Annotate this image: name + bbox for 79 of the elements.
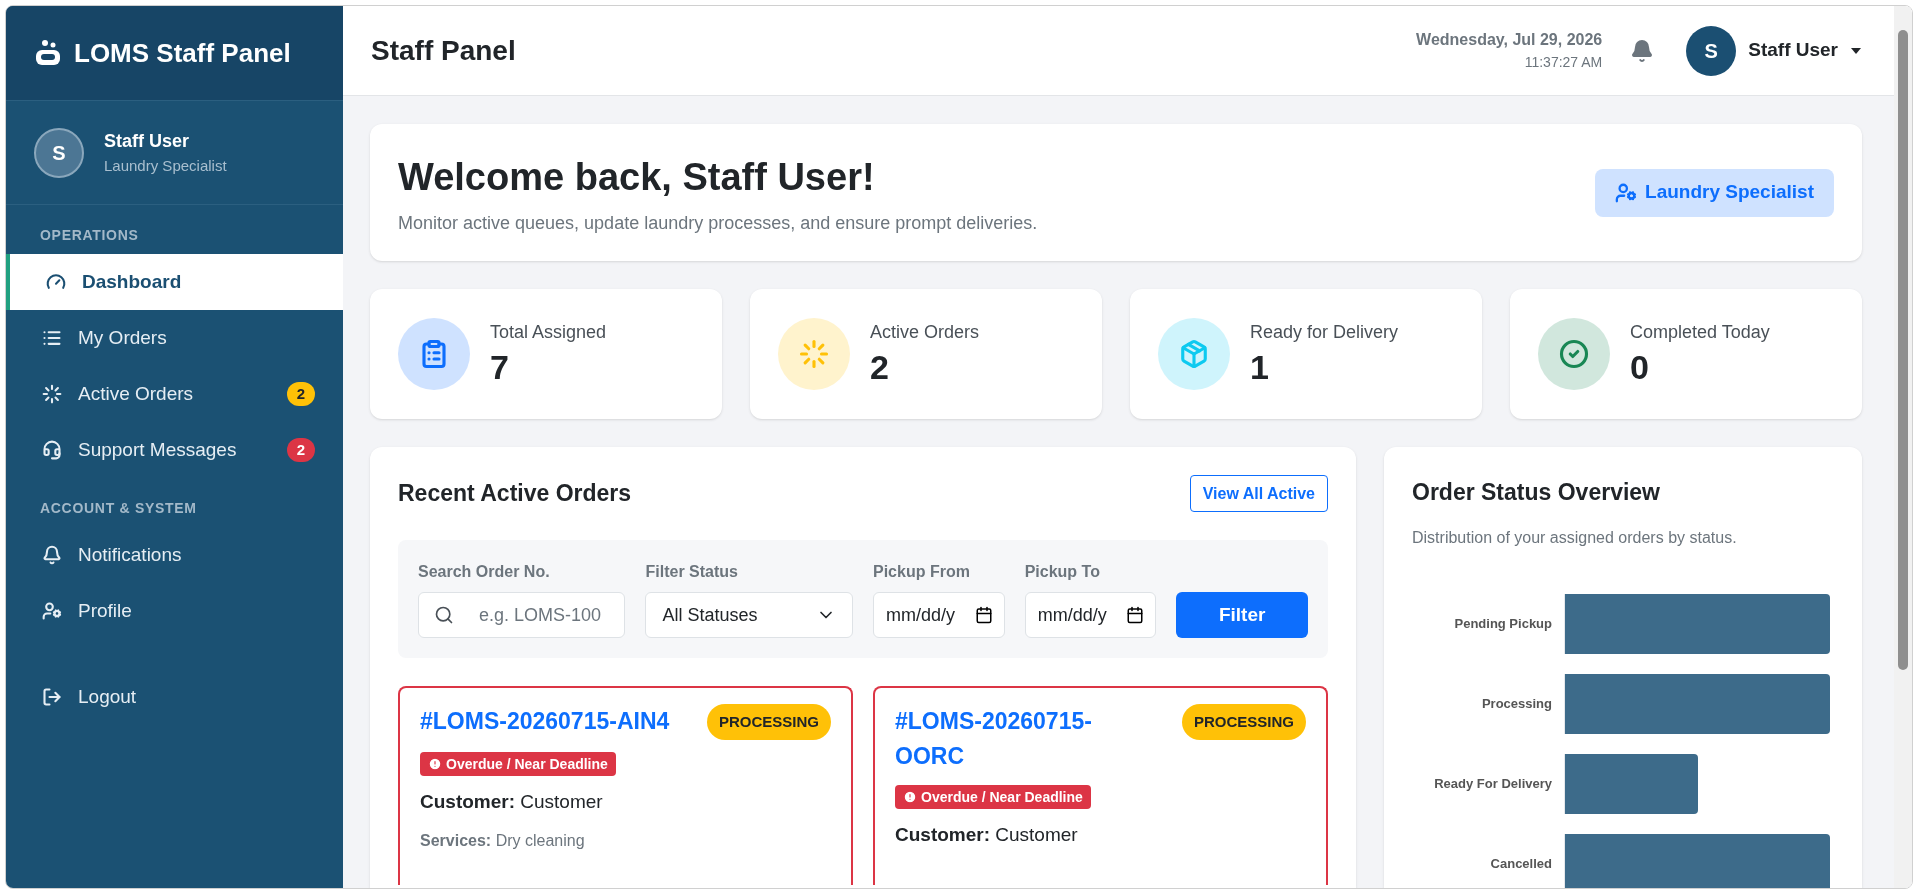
bar-label: Cancelled: [1489, 854, 1552, 873]
filter-button[interactable]: Filter: [1176, 592, 1308, 638]
bar-label: Pending Pickup: [1453, 614, 1552, 633]
spinner-icon: [799, 339, 829, 369]
stat-value: 7: [490, 347, 510, 389]
bell-icon: [42, 545, 62, 565]
bar-label: Ready For Delivery: [1433, 774, 1552, 793]
bar-label: Processing: [1480, 694, 1552, 713]
user-gear-icon: [42, 601, 62, 621]
logout-link[interactable]: Logout: [6, 669, 343, 725]
stat-value: 2: [870, 347, 890, 389]
headset-icon: [42, 440, 62, 460]
stat-label: Total Assigned: [490, 321, 607, 345]
notification-bell-icon[interactable]: [1630, 38, 1655, 63]
welcome-title: Welcome back, Staff User!: [398, 154, 876, 200]
current-date: Wednesday, Jul 29, 2026: [1416, 30, 1603, 50]
nav-item[interactable]: My Orders: [6, 310, 343, 366]
alert-icon: [903, 790, 917, 804]
brand-name: LOMS Staff Panel: [74, 36, 291, 70]
panel-title: Recent Active Orders: [398, 479, 632, 509]
status-select[interactable]: All Statuses: [645, 592, 853, 638]
status-badge: PROCESSING: [1181, 704, 1306, 740]
stat-label: Ready for Delivery: [1250, 321, 1399, 345]
nav-item[interactable]: Dashboard: [6, 254, 343, 310]
spinner-icon: [42, 384, 62, 404]
field-label: Search Order No.: [418, 562, 551, 582]
calendar-icon: [974, 606, 993, 624]
nav-item[interactable]: Notifications: [6, 527, 343, 583]
clipboard-icon: [419, 339, 449, 369]
nav-item[interactable]: Support Messages 2: [6, 422, 343, 478]
order-number[interactable]: #LOMS-20260715-OORC: [895, 704, 1145, 773]
count-badge: 2: [287, 438, 315, 462]
user-name: Staff User: [1748, 38, 1838, 63]
order-card[interactable]: #LOMS-20260715-AIN4 PROCESSING Overdue / Near Deadline Customer: Customer Services: Dry cleaning: [398, 686, 853, 885]
order-number[interactable]: #LOMS-20260715-AIN4: [420, 704, 670, 739]
user-menu[interactable]: S Staff User: [1686, 25, 1862, 76]
field-label: Pickup To: [1024, 562, 1101, 582]
stat-value: 1: [1250, 347, 1270, 389]
deadline-badge: Overdue / Near Deadline: [420, 752, 616, 776]
current-time: 11:37:27 AM: [1524, 53, 1603, 72]
list-icon: [42, 328, 62, 348]
user-name: Staff User: [104, 129, 191, 153]
stat-label: Active Orders: [870, 321, 980, 345]
services-line: Services: Dry cleaning: [420, 830, 586, 851]
alert-icon: [428, 757, 442, 771]
deadline-badge: Overdue / Near Deadline: [895, 785, 1091, 809]
soap-bubbles-icon: [34, 39, 62, 67]
nav-item[interactable]: Active Orders 2: [6, 366, 343, 422]
date-field[interactable]: mm/dd/y: [1024, 592, 1157, 638]
box-icon: [1179, 339, 1209, 369]
panel-title: Order Status Overview: [1412, 478, 1661, 507]
check-circle-icon: [1559, 339, 1589, 369]
customer-line: Customer: Customer: [895, 823, 1079, 847]
customer-line: Customer: Customer: [420, 790, 604, 814]
nav-item[interactable]: Profile: [6, 583, 343, 639]
user-avatar: S: [1686, 25, 1737, 76]
page-title: Staff Panel: [371, 33, 517, 68]
gauge-icon: [46, 272, 66, 292]
search-icon: [434, 605, 454, 625]
stat-label: Completed Today: [1630, 321, 1770, 345]
order-card[interactable]: #LOMS-20260715-OORC PROCESSING Overdue / Near Deadline Customer: Customer: [873, 686, 1328, 885]
user-avatar: S: [34, 127, 84, 178]
date-field[interactable]: mm/dd/y: [872, 592, 1005, 638]
section-heading: ACCOUNT & SYSTEM: [39, 499, 198, 518]
panel-subtitle: Distribution of your assigned orders by status.: [1412, 527, 1738, 548]
caret-icon: [1850, 46, 1862, 55]
section-heading: OPERATIONS: [39, 226, 140, 245]
field-label: Pickup From: [872, 562, 971, 582]
calendar-icon: [1126, 606, 1145, 624]
view-all-button[interactable]: View All Active: [1189, 475, 1328, 512]
search-field[interactable]: e.g. LOMS-100: [418, 592, 626, 638]
stat-value: 0: [1630, 347, 1650, 389]
field-label: Filter Status: [645, 562, 739, 582]
welcome-subtitle: Monitor active queues, update laundry processes, and ensure prompt deliveries.: [398, 211, 1039, 235]
role-badge: Laundry Specialist: [1595, 168, 1834, 217]
logout-icon: [42, 687, 62, 707]
count-badge: 2: [287, 382, 315, 406]
status-badge: PROCESSING: [706, 704, 831, 740]
user-role: Laundry Specialist: [104, 155, 227, 176]
